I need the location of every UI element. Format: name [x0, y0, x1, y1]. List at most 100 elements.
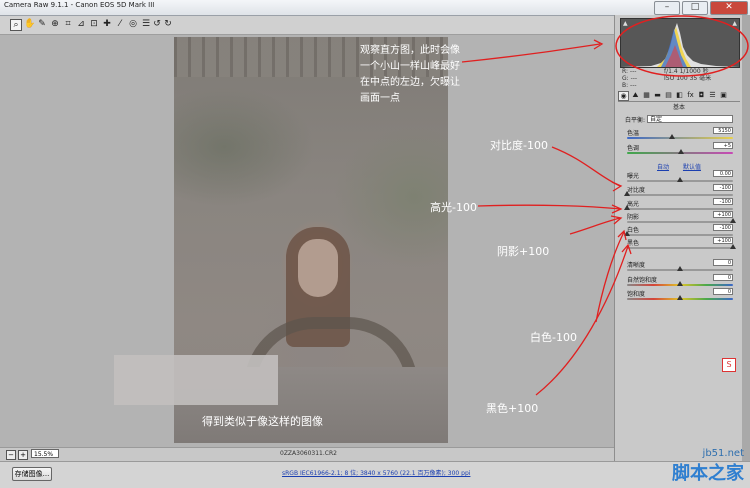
white-balance-select[interactable]: 自定 [647, 115, 733, 123]
temperature-value[interactable]: 5150 [713, 127, 733, 134]
window-title: Camera Raw 9.1.1 - Canon EOS 5D Mark III [4, 1, 155, 9]
color-sampler-icon[interactable]: ⊕ [50, 19, 60, 29]
highlights-slider-thumb[interactable] [624, 205, 630, 210]
temperature-slider-thumb[interactable] [668, 134, 675, 139]
preferences-icon[interactable]: ☰ [141, 19, 151, 29]
panel-scrollbar[interactable] [742, 15, 750, 461]
saturation-slider[interactable] [627, 295, 733, 300]
rotate-right-icon[interactable]: ↻ [163, 19, 173, 29]
blacks-control: 黑色 +100 [623, 237, 736, 252]
zoom-in-button[interactable]: + [18, 450, 28, 460]
vibrance-control: 自然饱和度 0 [623, 274, 735, 289]
contrast-value[interactable]: -100 [713, 184, 733, 191]
adjustment-brush-icon[interactable]: ⁄ [115, 19, 125, 29]
highlights-slider[interactable] [624, 205, 733, 210]
histogram-note-line: 观察直方图，此时会像 [360, 45, 460, 56]
spot-removal-icon[interactable]: ✚ [102, 19, 112, 29]
contrast-slider-thumb[interactable] [624, 191, 630, 196]
shadows-note: 阴影+100 [497, 245, 550, 258]
whites-slider-thumb[interactable] [624, 231, 630, 236]
histogram-note-line: 一个小山一样山峰最好 [360, 61, 460, 72]
image-canvas[interactable] [0, 35, 614, 447]
tab-lens-icon[interactable]: ◧ [675, 91, 684, 99]
histogram: ▲ ▲ [620, 18, 740, 68]
crop-tool-icon[interactable]: ⌗ [63, 19, 73, 29]
white-balance-tool-icon[interactable]: ✎ [37, 19, 47, 29]
blacks-value[interactable]: +100 [713, 237, 733, 244]
shadows-value[interactable]: +100 [713, 211, 733, 218]
clarity-slider[interactable] [627, 266, 733, 271]
highlight-clipping-icon[interactable]: ▲ [732, 20, 737, 27]
tint-slider-thumb[interactable] [678, 149, 685, 154]
contrast-slider[interactable] [624, 191, 733, 196]
bottom-bar: 存储图像... sRGB IEC61966-2.1; 8 位; 3840 x 5… [0, 461, 750, 488]
shadows-slider-thumb[interactable] [730, 218, 736, 223]
minimize-button[interactable]: – [654, 1, 680, 15]
rotate-left-icon[interactable]: ↺ [152, 19, 162, 29]
tint-label: 色调 [627, 145, 640, 152]
tab-snapshots-icon[interactable]: ▣ [719, 91, 728, 99]
temperature-label: 色温 [627, 130, 640, 137]
histogram-graph [621, 23, 739, 67]
tab-effects-icon[interactable]: fx [686, 91, 695, 99]
maximize-button[interactable]: □ [682, 1, 708, 15]
rgb-readout-r: R: --- [622, 68, 637, 75]
blacks-slider-thumb[interactable] [730, 244, 736, 249]
side-badge-icon: S [722, 358, 736, 372]
saturation-slider-thumb[interactable] [677, 295, 683, 300]
close-button[interactable]: ✕ [710, 1, 748, 15]
tab-camera-calibration-icon[interactable]: ◘ [697, 91, 706, 99]
radial-filter-icon[interactable]: ◎ [128, 19, 138, 29]
histogram-note-line: 在中点的左边，欠曝让 [360, 77, 460, 88]
clarity-control: 清晰度 0 [623, 259, 735, 274]
temperature-slider[interactable] [627, 134, 733, 139]
shadow-clipping-icon[interactable]: ▲ [623, 20, 628, 27]
saturation-value[interactable]: 0 [713, 288, 733, 295]
histogram-note: 观察直方图，此时会像 一个小山一样山峰最好 在中点的左边，欠曝让 画面一点 [360, 43, 460, 107]
tab-detail-icon[interactable]: ▦ [642, 91, 651, 99]
shadows-slider[interactable] [627, 218, 736, 223]
tab-basic-icon[interactable]: ◉ [618, 91, 629, 101]
vibrance-label: 自然饱和度 [627, 277, 658, 284]
iso-info: ISO 100 35 毫米 [664, 75, 712, 82]
vibrance-slider-thumb[interactable] [677, 281, 683, 286]
tint-value[interactable]: +5 [713, 142, 733, 149]
transform-tool-icon[interactable]: ⊡ [89, 19, 99, 29]
vibrance-slider[interactable] [627, 281, 733, 286]
exposure-slider-thumb[interactable] [677, 177, 683, 182]
hand-tool-icon[interactable]: ✋ [24, 19, 35, 29]
file-name: 0ZZA3060311.CR2 [280, 450, 337, 457]
vibrance-value[interactable]: 0 [713, 274, 733, 281]
save-image-button[interactable]: 存储图像... [12, 467, 52, 481]
default-link[interactable]: 默认值 [683, 164, 701, 171]
tab-hsl-icon[interactable]: ▬ [653, 91, 662, 99]
auto-link[interactable]: 自动 [657, 164, 669, 171]
clarity-value[interactable]: 0 [713, 259, 733, 266]
saturation-label: 饱和度 [627, 291, 646, 298]
tab-tone-curve-icon[interactable]: ⛰ [631, 91, 640, 99]
watermark-url: jb51.net [702, 448, 744, 459]
window-controls: – □ ✕ [654, 1, 748, 15]
tab-presets-icon[interactable]: ☰ [708, 91, 717, 99]
tint-control: 色调 +5 [623, 142, 735, 157]
tab-split-toning-icon[interactable]: ▤ [664, 91, 673, 99]
tint-slider[interactable] [627, 149, 733, 154]
whites-value[interactable]: -100 [713, 224, 733, 231]
exposure-info: f/1.4 1/1000 秒 [664, 68, 709, 75]
zoom-level-select[interactable]: 15.5% [31, 449, 59, 458]
result-note: 得到类似于像这样的图像 [202, 415, 323, 428]
exposure-slider[interactable] [627, 177, 733, 182]
panel-tabs: ◉ ⛰ ▦ ▬ ▤ ◧ fx ◘ ☰ ▣ [618, 91, 740, 102]
workflow-options-link[interactable]: sRGB IEC61966-2.1; 8 位; 3840 x 5760 (22.… [282, 468, 470, 477]
highlights-value[interactable]: -100 [713, 198, 733, 205]
blacks-slider[interactable] [627, 244, 736, 249]
straighten-tool-icon[interactable]: ⊿ [76, 19, 86, 29]
saturation-control: 饱和度 0 [623, 288, 735, 303]
exposure-value[interactable]: 0.00 [713, 170, 733, 177]
zoom-tool-icon[interactable]: ⌕ [10, 19, 22, 31]
clarity-slider-thumb[interactable] [677, 266, 683, 271]
zoom-out-button[interactable]: − [6, 450, 16, 460]
watermark-name: 脚本之家 [672, 463, 744, 484]
histogram-note-line: 画面一点 [360, 93, 400, 104]
whites-slider[interactable] [624, 231, 733, 236]
